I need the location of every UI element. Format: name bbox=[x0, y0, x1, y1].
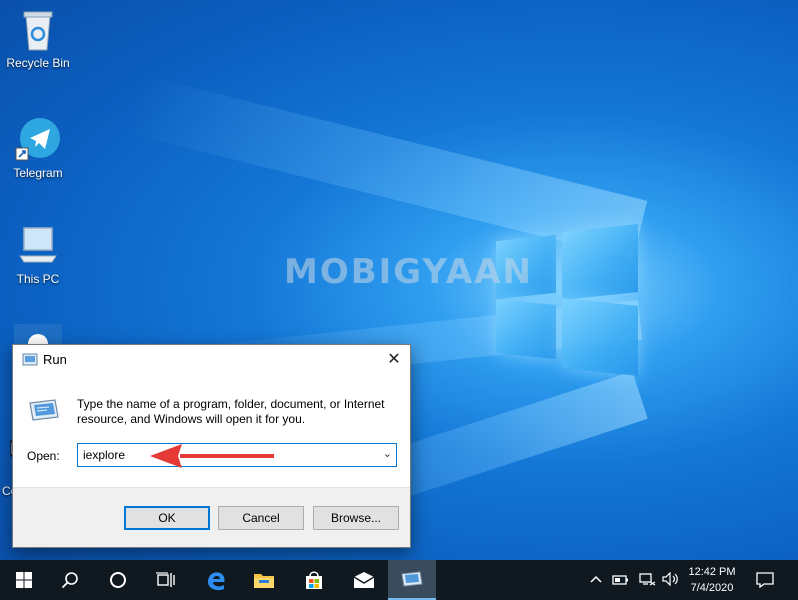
dialog-message: Type the name of a program, folder, docu… bbox=[77, 397, 385, 426]
speaker-icon bbox=[662, 571, 678, 587]
ok-button[interactable]: OK bbox=[124, 506, 210, 530]
volume-button[interactable] bbox=[662, 571, 680, 591]
recycle-bin-icon bbox=[14, 6, 62, 54]
browse-button[interactable]: Browse... bbox=[313, 506, 399, 530]
desktop-icon-recycle-bin[interactable]: Recycle Bin bbox=[0, 6, 76, 70]
red-arrow-annotation bbox=[150, 444, 274, 468]
open-label: Open: bbox=[27, 449, 60, 463]
dialog-titlebar[interactable]: Run ✕ bbox=[13, 345, 410, 375]
chevron-up-icon bbox=[590, 575, 602, 583]
desktop-icon-telegram[interactable]: Telegram bbox=[0, 116, 76, 180]
edge-icon bbox=[208, 572, 225, 591]
network-icon bbox=[639, 573, 656, 586]
cortana-button[interactable] bbox=[94, 560, 142, 600]
clock[interactable]: 12:42 PM 7/4/2020 bbox=[684, 564, 740, 596]
search-button[interactable] bbox=[46, 560, 94, 600]
run-icon bbox=[401, 571, 423, 587]
search-icon bbox=[61, 572, 78, 589]
control-panel-icon bbox=[14, 324, 62, 354]
store-button[interactable] bbox=[290, 560, 338, 600]
edge-button[interactable] bbox=[192, 560, 240, 600]
notification-icon bbox=[756, 572, 774, 589]
desktop-icon-label: This PC bbox=[16, 272, 60, 286]
cortana-icon bbox=[110, 572, 126, 588]
run-large-icon bbox=[27, 397, 61, 428]
network-button[interactable] bbox=[638, 572, 656, 591]
battery-button[interactable] bbox=[612, 573, 630, 591]
file-explorer-button[interactable] bbox=[240, 560, 288, 600]
task-view-icon bbox=[156, 572, 175, 587]
mail-icon bbox=[353, 572, 375, 588]
run-taskbar-button[interactable] bbox=[388, 560, 436, 600]
start-button[interactable] bbox=[0, 560, 48, 600]
cancel-button[interactable]: Cancel bbox=[218, 506, 304, 530]
store-icon bbox=[306, 571, 322, 589]
taskbar: 12:42 PM 7/4/2020 bbox=[0, 560, 798, 600]
this-pc-icon bbox=[14, 222, 62, 270]
file-explorer-icon bbox=[254, 574, 274, 588]
clock-time: 12:42 PM bbox=[688, 566, 736, 578]
close-button[interactable]: ✕ bbox=[378, 345, 410, 375]
start-icon bbox=[16, 572, 32, 588]
show-hidden-icons-button[interactable] bbox=[590, 572, 602, 590]
desktop-icon-label: Recycle Bin bbox=[6, 56, 70, 70]
desktop-icon-this-pc[interactable]: This PC bbox=[0, 222, 76, 286]
battery-icon bbox=[612, 575, 628, 585]
chevron-down-icon[interactable]: ⌄ bbox=[383, 447, 392, 460]
dialog-footer: OK Cancel Browse... bbox=[13, 487, 410, 547]
task-view-button[interactable] bbox=[142, 560, 190, 600]
clock-date: 7/4/2020 bbox=[690, 582, 734, 594]
run-app-icon bbox=[22, 353, 38, 372]
dialog-title: Run bbox=[43, 352, 67, 367]
telegram-icon bbox=[14, 116, 62, 164]
mail-button[interactable] bbox=[340, 560, 388, 600]
action-center-button[interactable] bbox=[756, 572, 774, 593]
desktop-icon-control-panel[interactable] bbox=[14, 324, 62, 354]
desktop-icon-label: Telegram bbox=[13, 166, 63, 180]
